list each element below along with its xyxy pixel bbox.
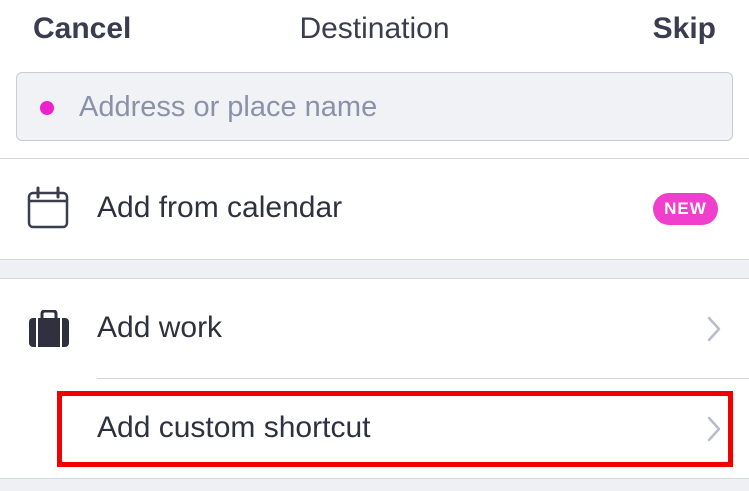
briefcase-icon xyxy=(28,309,70,353)
destination-search-input[interactable] xyxy=(79,85,709,129)
calendar-icon xyxy=(26,186,70,235)
skip-button[interactable]: Skip xyxy=(653,12,716,46)
add-from-calendar-row[interactable]: Add from calendar NEW xyxy=(0,159,749,259)
section-gap xyxy=(0,260,749,278)
new-badge: NEW xyxy=(653,193,718,225)
chevron-right-icon xyxy=(707,416,721,447)
destination-search-box[interactable] xyxy=(16,72,733,141)
nav-header: Cancel Destination Skip xyxy=(0,0,749,62)
add-from-calendar-label: Add from calendar xyxy=(97,191,343,224)
add-work-row[interactable]: Add work xyxy=(0,279,749,378)
destination-dot-icon xyxy=(40,101,54,115)
add-work-label: Add work xyxy=(97,311,223,344)
page-title: Destination xyxy=(299,12,450,45)
add-custom-shortcut-label: Add custom shortcut xyxy=(97,411,371,444)
add-custom-shortcut-row[interactable]: Add custom shortcut xyxy=(0,379,749,479)
section-gap xyxy=(0,479,749,491)
chevron-right-icon xyxy=(707,316,721,347)
